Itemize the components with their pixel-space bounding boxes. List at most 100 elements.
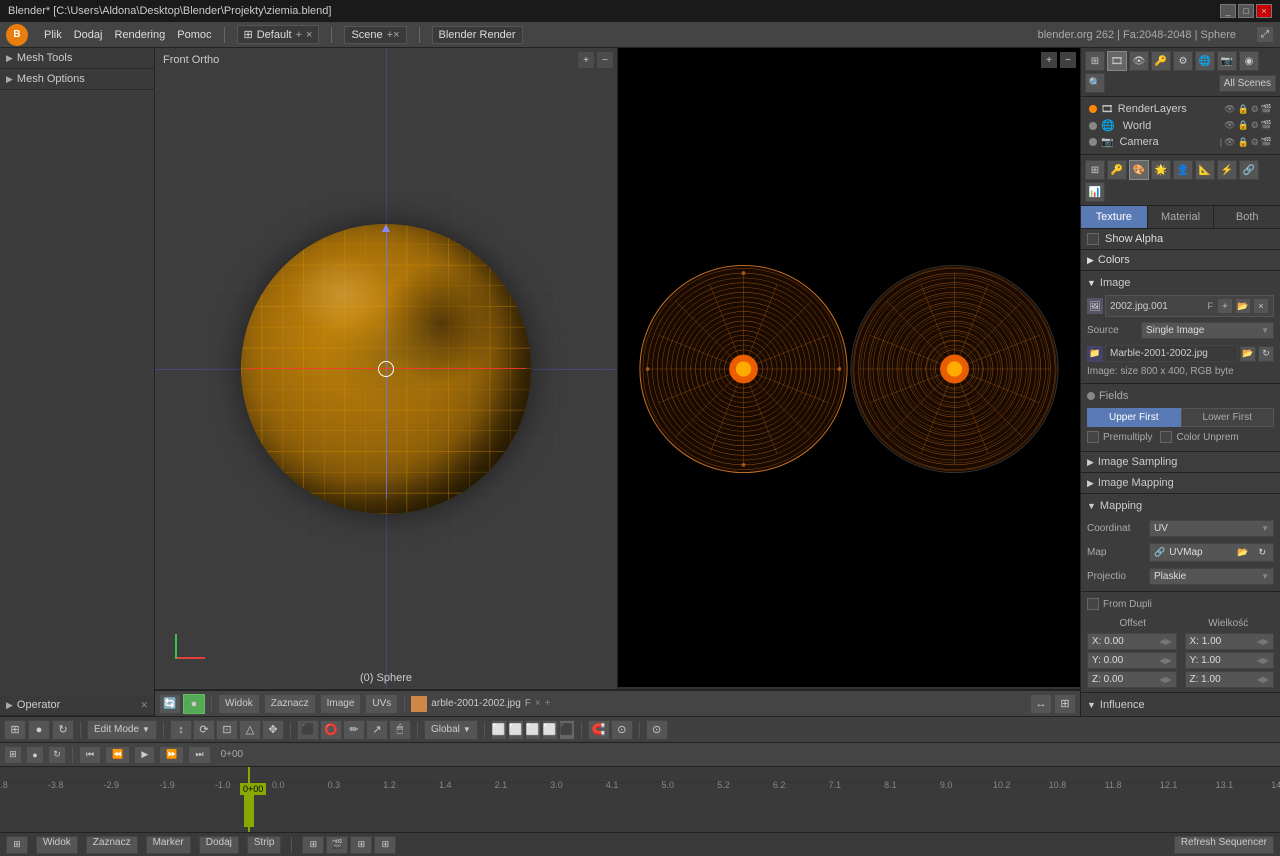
tb-layer-4[interactable]: ⬜	[542, 720, 558, 740]
prop2-icon-6[interactable]: 📐	[1195, 160, 1215, 180]
mode-selector[interactable]: Edit Mode ▼	[87, 720, 157, 740]
image-sampling-header[interactable]: ▶ Image Sampling	[1081, 452, 1280, 472]
image-close-btn[interactable]: ×	[1253, 298, 1269, 314]
help-menu[interactable]: Pomoc	[177, 29, 211, 41]
uv-uvs-btn[interactable]: UVs	[365, 694, 398, 714]
rendering-menu[interactable]: Rendering	[114, 29, 165, 41]
source-dropdown[interactable]: Single Image ▼	[1141, 322, 1274, 339]
tb-tool-2[interactable]: ⭕	[320, 720, 342, 740]
camera-vis-2[interactable]: 👁	[1224, 137, 1235, 148]
tb-snap-1[interactable]: 🧲	[588, 720, 610, 740]
tb-tool-5[interactable]: 🖱	[389, 720, 411, 740]
tb-snap-2[interactable]: ⊙	[611, 720, 633, 740]
status-icon-4[interactable]: ⊞	[350, 836, 372, 854]
scene-selector[interactable]: Scene + ×	[344, 26, 406, 44]
refresh-sequencer-btn[interactable]: Refresh Sequencer	[1174, 836, 1274, 854]
show-alpha-checkbox[interactable]	[1087, 233, 1099, 245]
engine-selector[interactable]: Blender Render	[432, 26, 523, 44]
tab-both[interactable]: Both	[1214, 206, 1280, 228]
tb-icon-3[interactable]: ↻	[52, 720, 74, 740]
tl-btn-3[interactable]: ▶	[134, 746, 155, 764]
tab-material[interactable]: Material	[1148, 206, 1215, 228]
prop-icon-1[interactable]: ⊞	[1085, 51, 1105, 71]
global-selector[interactable]: Global ▼	[424, 720, 478, 740]
tb-transform-4[interactable]: △	[239, 720, 261, 740]
close-btn[interactable]: ×	[1256, 4, 1272, 18]
prop2-icon-9[interactable]: 📊	[1085, 182, 1105, 202]
tl-btn-5[interactable]: ⏭	[188, 746, 210, 764]
tl-btn-4[interactable]: ⏩	[159, 746, 184, 764]
renderlayers-vis-1[interactable]: 👁	[1224, 104, 1235, 115]
operator-header[interactable]: ▶ Operator ✕	[0, 695, 154, 715]
minimize-btn[interactable]: _	[1220, 4, 1236, 18]
lower-first-btn[interactable]: Lower First	[1181, 408, 1275, 427]
camera-vis-5[interactable]: 🎬	[1261, 137, 1272, 148]
prop-icon-7[interactable]: 📷	[1217, 51, 1237, 71]
tb-layer-3[interactable]: ⬜	[525, 720, 541, 740]
tl-icon-3[interactable]: ↻	[48, 746, 66, 764]
tb-icon-2[interactable]: ●	[28, 720, 50, 740]
world-vis-2[interactable]: 🔒	[1237, 120, 1248, 131]
map-reload-btn[interactable]: ↻	[1255, 546, 1269, 559]
timeline-playhead[interactable]	[248, 767, 250, 832]
status-strip-btn[interactable]: Strip	[247, 836, 282, 854]
prop2-icon-2[interactable]: 🔑	[1107, 160, 1127, 180]
tb-tool-4[interactable]: ↗	[366, 720, 388, 740]
prop2-icon-5[interactable]: 👤	[1173, 160, 1193, 180]
fullscreen-btn[interactable]: ⤢	[1256, 26, 1274, 43]
filename-reload-btn[interactable]: ↻	[1258, 346, 1274, 362]
tb-transform-3[interactable]: ⊡	[216, 720, 238, 740]
premultiply-checkbox[interactable]	[1087, 431, 1099, 443]
image-prev-btn[interactable]: +	[1217, 298, 1233, 314]
scene-tree-render-layers[interactable]: 🎞 RenderLayers 👁 🔒 ⚙ 🎬	[1085, 101, 1276, 117]
prop-icon-search[interactable]: 🔍	[1085, 73, 1105, 93]
status-marker-btn[interactable]: Marker	[146, 836, 191, 854]
uv-tool-2[interactable]: ⊞	[1054, 694, 1076, 714]
mesh-options-header[interactable]: ▶ Mesh Options	[0, 69, 154, 89]
tl-btn-2[interactable]: ⏪	[105, 746, 130, 764]
tb-tool-1[interactable]: ⬛	[297, 720, 319, 740]
camera-vis-1[interactable]: |	[1220, 137, 1222, 148]
z-scale-field[interactable]: Z: 1.00 ◀▶	[1185, 671, 1275, 688]
prop2-icon-3[interactable]: 🎨	[1129, 160, 1149, 180]
filename-browse-btn[interactable]: 📂	[1240, 346, 1256, 362]
y-offset-field[interactable]: Y: 0.00 ◀▶	[1087, 652, 1177, 669]
add-menu[interactable]: Dodaj	[74, 29, 103, 41]
x-offset-field[interactable]: X: 0.00 ◀▶	[1087, 633, 1177, 650]
camera-vis-4[interactable]: ⚙	[1251, 137, 1259, 148]
coordinat-dropdown[interactable]: UV ▼	[1149, 520, 1274, 537]
prop-icon-3[interactable]: 👁	[1129, 51, 1149, 71]
from-dupli-checkbox[interactable]	[1087, 598, 1099, 610]
maximize-btn[interactable]: □	[1238, 4, 1254, 18]
renderlayers-vis-3[interactable]: ⚙	[1251, 104, 1259, 115]
uv-expand-btn[interactable]: +	[1041, 52, 1057, 68]
uv-file-new[interactable]: +	[545, 698, 551, 709]
renderlayers-vis-4[interactable]: 🎬	[1261, 104, 1272, 115]
world-vis-3[interactable]: ⚙	[1251, 120, 1259, 131]
prop2-icon-7[interactable]: ⚡	[1217, 160, 1237, 180]
mesh-tools-header[interactable]: ▶ Mesh Tools	[0, 48, 154, 68]
tl-icon-2[interactable]: ●	[26, 746, 44, 764]
tb-transform-5[interactable]: ✥	[262, 720, 284, 740]
tb-transform-2[interactable]: ⟳	[193, 720, 215, 740]
layout-selector[interactable]: ⊞ Default + ×	[237, 25, 320, 44]
world-vis-1[interactable]: 👁	[1224, 120, 1235, 131]
uv-file-close[interactable]: ×	[535, 698, 541, 709]
layout-close[interactable]: ×	[306, 29, 312, 41]
uv-tool-1[interactable]: ↔	[1030, 694, 1052, 714]
file-menu[interactable]: Plik	[44, 29, 62, 41]
projectio-dropdown[interactable]: Plaskie ▼	[1149, 568, 1274, 585]
prop2-icon-4[interactable]: 🌟	[1151, 160, 1171, 180]
prop-icon-5[interactable]: ⚙	[1173, 51, 1193, 71]
scene-tree-world[interactable]: 🌐 World 👁 🔒 ⚙ 🎬	[1085, 117, 1276, 134]
tl-btn-1[interactable]: ⏮	[79, 746, 101, 764]
image-mapping-header[interactable]: ▶ Image Mapping	[1081, 473, 1280, 493]
prop-icon-2[interactable]: 🎞	[1107, 51, 1127, 71]
scene-tree-camera[interactable]: 📷 Camera | 👁 🔒 ⚙ 🎬	[1085, 134, 1276, 150]
tb-layer-2[interactable]: ⬜	[508, 720, 524, 740]
uv-widok-btn[interactable]: Widok	[218, 694, 260, 714]
prop2-icon-8[interactable]: 🔗	[1239, 160, 1259, 180]
prop-icon-8[interactable]: ◉	[1239, 51, 1259, 71]
prop2-icon-1[interactable]: ⊞	[1085, 160, 1105, 180]
y-scale-field[interactable]: Y: 1.00 ◀▶	[1185, 652, 1275, 669]
